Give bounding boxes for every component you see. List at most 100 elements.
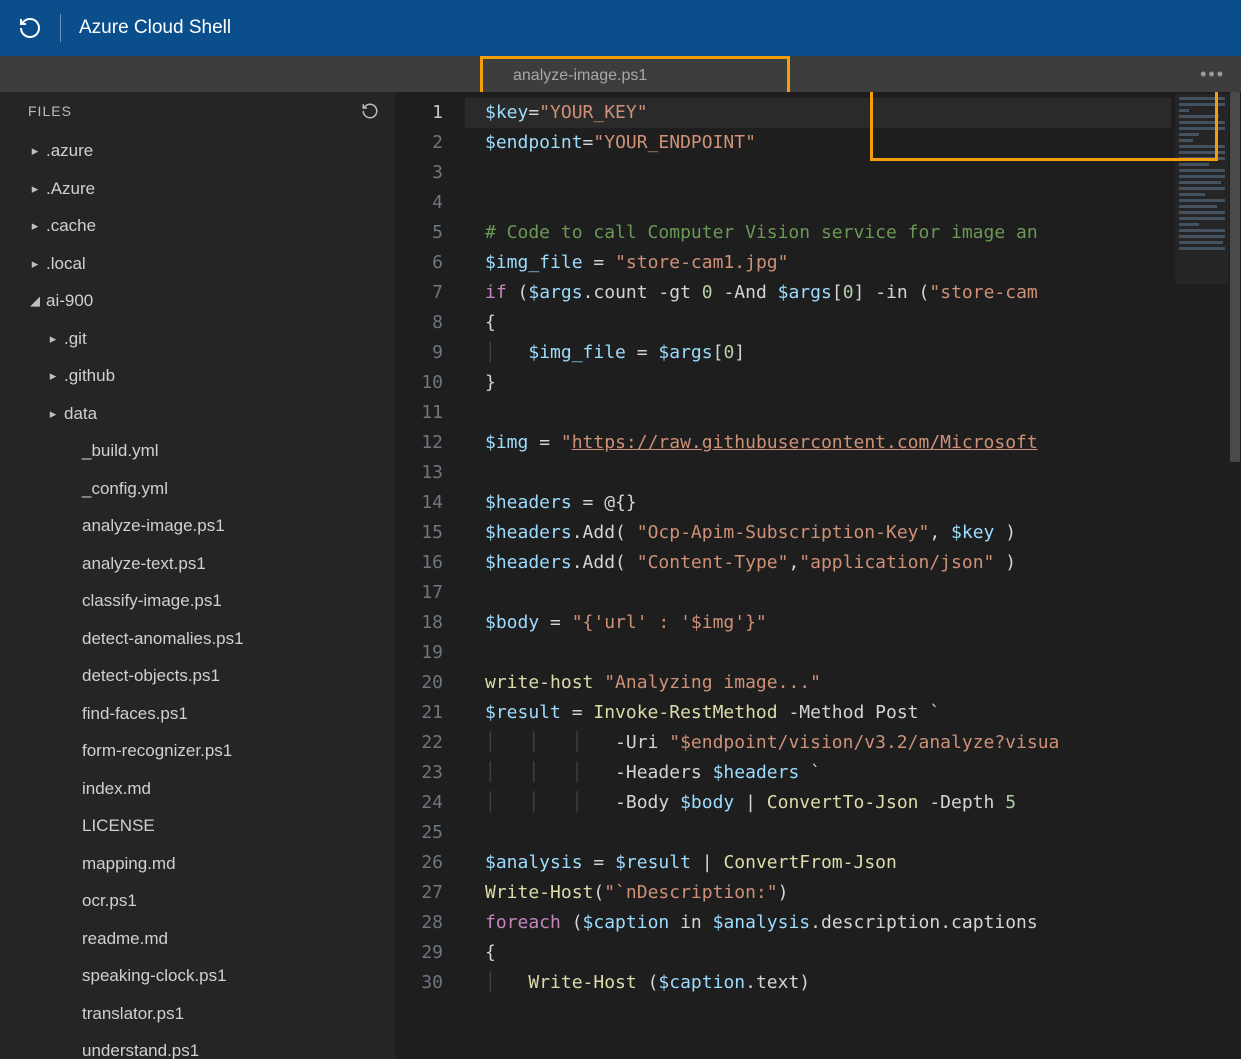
- file-tree-item[interactable]: _config.yml: [0, 470, 395, 508]
- file-tree-item[interactable]: readme.md: [0, 920, 395, 958]
- editor-tab-active[interactable]: analyze-image.ps1: [480, 56, 790, 92]
- code-line[interactable]: $analysis = $result | ConvertFrom-Json: [465, 848, 1171, 878]
- minimap[interactable]: [1175, 94, 1229, 284]
- file-tree-item-label: .cache: [46, 213, 96, 239]
- code-area[interactable]: $key="YOUR_KEY"$endpoint="YOUR_ENDPOINT"…: [465, 92, 1171, 1059]
- code-line[interactable]: [465, 578, 1171, 608]
- file-tree-item[interactable]: speaking-clock.ps1: [0, 957, 395, 995]
- file-tree-item-label: .github: [64, 363, 115, 389]
- file-tree-item-label: form-recognizer.ps1: [82, 738, 232, 764]
- file-tree-item[interactable]: ◢ai-900: [0, 282, 395, 320]
- file-tree-item-label: analyze-image.ps1: [82, 513, 225, 539]
- code-line[interactable]: │ $img_file = $args[0]: [465, 338, 1171, 368]
- file-tree-item-label: readme.md: [82, 926, 168, 952]
- code-line[interactable]: [465, 158, 1171, 188]
- refresh-icon[interactable]: [18, 16, 42, 40]
- code-line[interactable]: foreach ($caption in $analysis.descripti…: [465, 908, 1171, 938]
- file-tree-item[interactable]: detect-anomalies.ps1: [0, 620, 395, 658]
- file-tree-item[interactable]: ▸.cache: [0, 207, 395, 245]
- file-tree-item[interactable]: index.md: [0, 770, 395, 808]
- code-line[interactable]: │ Write-Host ($caption.text): [465, 968, 1171, 998]
- file-tree-item-label: find-faces.ps1: [82, 701, 188, 727]
- folder-caret-icon: ▸: [46, 404, 60, 424]
- folder-caret-icon: ▸: [46, 329, 60, 349]
- line-number: 30: [395, 968, 465, 998]
- file-tree-item[interactable]: analyze-text.ps1: [0, 545, 395, 583]
- code-line[interactable]: │ │ │ -Uri "$endpoint/vision/v3.2/analyz…: [465, 728, 1171, 758]
- code-line[interactable]: $result = Invoke-RestMethod -Method Post…: [465, 698, 1171, 728]
- code-line[interactable]: }: [465, 368, 1171, 398]
- code-line[interactable]: [465, 398, 1171, 428]
- code-line[interactable]: $img = "https://raw.githubusercontent.co…: [465, 428, 1171, 458]
- file-tree-item[interactable]: detect-objects.ps1: [0, 657, 395, 695]
- more-menu-icon[interactable]: •••: [1200, 56, 1225, 92]
- file-tree-item[interactable]: mapping.md: [0, 845, 395, 883]
- line-number: 14: [395, 488, 465, 518]
- code-line[interactable]: [465, 638, 1171, 668]
- file-tree-item[interactable]: ▸.Azure: [0, 170, 395, 208]
- file-tree-item-label: ai-900: [46, 288, 93, 314]
- line-number: 1: [395, 98, 465, 128]
- file-tree-item-label: understand.ps1: [82, 1038, 199, 1059]
- code-line[interactable]: if ($args.count -gt 0 -And $args[0] -in …: [465, 278, 1171, 308]
- file-tree-item-label: classify-image.ps1: [82, 588, 222, 614]
- refresh-files-icon[interactable]: [361, 102, 379, 120]
- file-tree-item[interactable]: understand.ps1: [0, 1032, 395, 1059]
- code-line[interactable]: {: [465, 308, 1171, 338]
- line-number: 9: [395, 338, 465, 368]
- code-line[interactable]: │ │ │ -Body $body | ConvertTo-Json -Dept…: [465, 788, 1171, 818]
- file-tree-item[interactable]: ▸.local: [0, 245, 395, 283]
- line-gutter: 1234567891011121314151617181920212223242…: [395, 92, 465, 998]
- line-number: 2: [395, 128, 465, 158]
- line-number: 7: [395, 278, 465, 308]
- file-tree-item[interactable]: classify-image.ps1: [0, 582, 395, 620]
- file-tree-item[interactable]: LICENSE: [0, 807, 395, 845]
- code-line[interactable]: {: [465, 938, 1171, 968]
- file-tree-item-label: _config.yml: [82, 476, 168, 502]
- line-number: 10: [395, 368, 465, 398]
- code-line[interactable]: │ │ │ -Headers $headers `: [465, 758, 1171, 788]
- line-number: 13: [395, 458, 465, 488]
- file-tree-item[interactable]: ▸.azure: [0, 132, 395, 170]
- file-tree-item[interactable]: analyze-image.ps1: [0, 507, 395, 545]
- scrollbar-thumb[interactable]: [1230, 92, 1240, 462]
- code-line[interactable]: $body = "{'url' : '$img'}": [465, 608, 1171, 638]
- code-line[interactable]: # Code to call Computer Vision service f…: [465, 218, 1171, 248]
- line-number: 27: [395, 878, 465, 908]
- file-tree-item[interactable]: translator.ps1: [0, 995, 395, 1033]
- code-line[interactable]: Write-Host("`nDescription:"): [465, 878, 1171, 908]
- code-line[interactable]: [465, 188, 1171, 218]
- folder-caret-icon: ▸: [28, 254, 42, 274]
- code-line[interactable]: $headers.Add( "Ocp-Apim-Subscription-Key…: [465, 518, 1171, 548]
- file-tree-item[interactable]: ▸.git: [0, 320, 395, 358]
- file-tree-item[interactable]: _build.yml: [0, 432, 395, 470]
- file-tree-item[interactable]: ▸data: [0, 395, 395, 433]
- file-tree-item[interactable]: form-recognizer.ps1: [0, 732, 395, 770]
- line-number: 4: [395, 188, 465, 218]
- code-line[interactable]: $headers = @{}: [465, 488, 1171, 518]
- code-line[interactable]: [465, 818, 1171, 848]
- file-tree-item-label: translator.ps1: [82, 1001, 184, 1027]
- line-number: 15: [395, 518, 465, 548]
- file-tree-item-label: .git: [64, 326, 87, 352]
- code-line[interactable]: $endpoint="YOUR_ENDPOINT": [465, 128, 1171, 158]
- line-number: 24: [395, 788, 465, 818]
- file-tree-item[interactable]: find-faces.ps1: [0, 695, 395, 733]
- tab-bar: analyze-image.ps1 •••: [0, 56, 1241, 92]
- code-line[interactable]: write-host "Analyzing image...": [465, 668, 1171, 698]
- code-line[interactable]: $img_file = "store-cam1.jpg": [465, 248, 1171, 278]
- code-editor[interactable]: 1234567891011121314151617181920212223242…: [395, 92, 1241, 1059]
- code-line[interactable]: $headers.Add( "Content-Type","applicatio…: [465, 548, 1171, 578]
- line-number: 22: [395, 728, 465, 758]
- line-number: 16: [395, 548, 465, 578]
- line-number: 23: [395, 758, 465, 788]
- vertical-scrollbar[interactable]: [1229, 92, 1241, 1059]
- file-tree-item[interactable]: ocr.ps1: [0, 882, 395, 920]
- folder-caret-icon: ◢: [28, 291, 42, 311]
- code-line[interactable]: $key="YOUR_KEY": [465, 98, 1171, 128]
- file-tree-item[interactable]: ▸.github: [0, 357, 395, 395]
- file-tree-item-label: data: [64, 401, 97, 427]
- file-tree-item-label: .Azure: [46, 176, 95, 202]
- code-line[interactable]: [465, 458, 1171, 488]
- file-tree-item-label: .local: [46, 251, 86, 277]
